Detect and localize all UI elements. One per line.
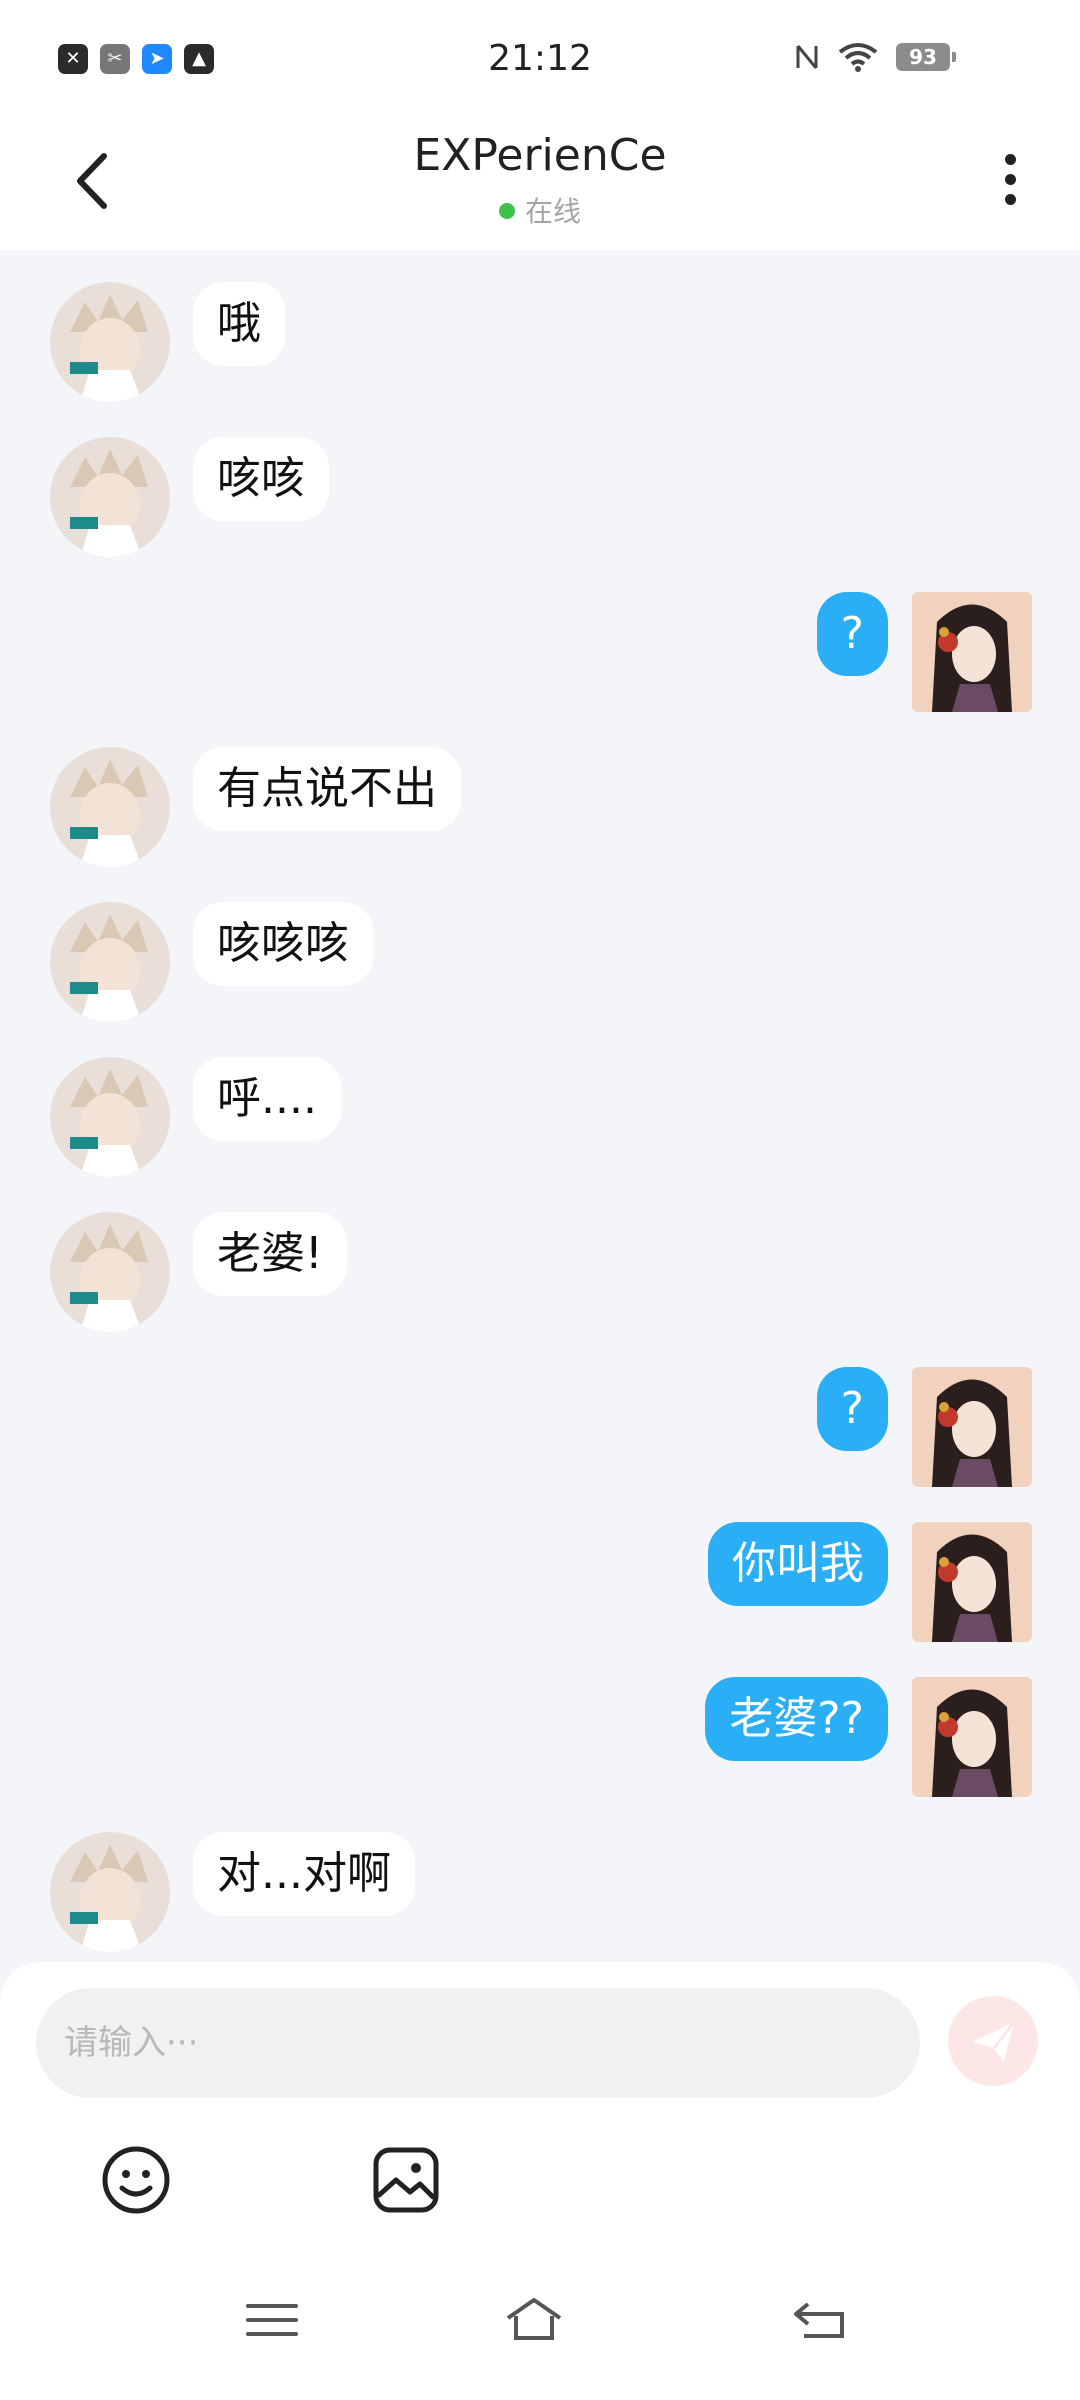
contact-avatar[interactable] (50, 437, 170, 557)
image-icon (373, 2147, 439, 2213)
message-input[interactable]: 请输入··· (36, 1988, 920, 2098)
message-row: 老婆?? (0, 1677, 1080, 1797)
home-nav-icon[interactable] (504, 2290, 564, 2350)
message-bubble[interactable]: 咳咳 (193, 437, 329, 521)
message-row: ? (0, 592, 1080, 712)
menu-nav-icon[interactable] (242, 2290, 302, 2350)
wifi-icon (838, 43, 878, 72)
message-row: 有点说不出 (0, 747, 1080, 867)
message-list[interactable]: 哦 咳咳 ? 有点说不出 咳咳咳 呼.... 老婆! ? 你叫我 老婆?? 对.… (0, 250, 1080, 1960)
message-row: 咳咳咳 (0, 902, 1080, 1022)
more-dot-icon (1004, 154, 1016, 165)
message-bubble[interactable]: 老婆?? (705, 1677, 888, 1761)
message-bubble[interactable]: 咳咳咳 (193, 902, 373, 986)
message-row: 哦 (0, 282, 1080, 402)
status-right-icons: 93 (794, 42, 956, 72)
message-bubble[interactable]: ? (816, 592, 888, 676)
chat-header: EXPerienCe 在线 (0, 120, 1080, 250)
my-avatar[interactable] (912, 1367, 1032, 1487)
emoji-button[interactable] (100, 2144, 172, 2216)
online-status-label: 在线 (524, 195, 581, 228)
my-avatar[interactable] (912, 1522, 1032, 1642)
message-bubble[interactable]: 老婆! (193, 1212, 347, 1296)
message-row: 呼.... (0, 1057, 1080, 1177)
image-button[interactable] (370, 2144, 442, 2216)
online-status: 在线 (0, 190, 1080, 230)
more-options-button[interactable] (990, 148, 1030, 218)
message-bubble[interactable]: 对...对啊 (193, 1832, 415, 1916)
contact-avatar[interactable] (50, 1212, 170, 1332)
online-dot-icon (498, 203, 515, 219)
message-bubble[interactable]: 呼.... (193, 1057, 341, 1141)
send-icon (972, 2021, 1016, 2062)
contact-name: EXPerienCe (413, 130, 667, 181)
message-bubble[interactable]: 哦 (193, 282, 285, 366)
message-bubble[interactable]: 有点说不出 (193, 747, 461, 831)
back-nav-icon[interactable] (790, 2290, 850, 2350)
message-row: ? (0, 1367, 1080, 1487)
contact-avatar[interactable] (50, 1057, 170, 1177)
contact-avatar[interactable] (50, 747, 170, 867)
send-button[interactable] (948, 1996, 1038, 2086)
message-row: 咳咳 (0, 437, 1080, 557)
my-avatar[interactable] (912, 592, 1032, 712)
emoji-icon (102, 2146, 170, 2214)
more-dot-icon (1004, 174, 1016, 185)
message-bubble[interactable]: 你叫我 (708, 1522, 888, 1606)
battery-icon: 93 (896, 43, 956, 71)
message-bubble[interactable]: ? (816, 1367, 888, 1451)
contact-avatar[interactable] (50, 1832, 170, 1952)
status-bar: ✕ ✂ ➤ ▲ 21:12 93 (0, 0, 1080, 120)
message-row: 你叫我 (0, 1522, 1080, 1642)
contact-avatar[interactable] (50, 902, 170, 1022)
my-avatar[interactable] (912, 1677, 1032, 1797)
contact-avatar[interactable] (50, 282, 170, 402)
nfc-icon (796, 45, 818, 69)
message-row: 对...对啊 (0, 1832, 1080, 1952)
more-dot-icon (1004, 194, 1016, 205)
message-row: 老婆! (0, 1212, 1080, 1332)
